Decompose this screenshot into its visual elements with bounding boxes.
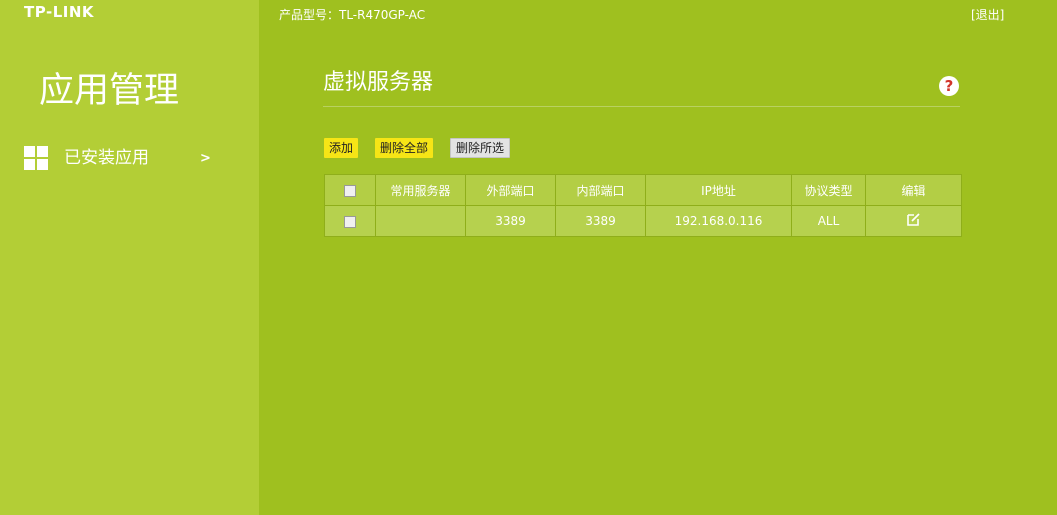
title-divider xyxy=(323,106,960,107)
chevron-right-icon: > xyxy=(200,151,211,166)
edit-cell xyxy=(865,205,962,237)
tp-link-logo: TP-LINK xyxy=(24,3,95,21)
sidebar-section-title: 应用管理 xyxy=(39,71,180,111)
column-header: 协议类型 xyxy=(791,174,866,206)
ip-address-cell: 192.168.0.116 xyxy=(645,205,792,237)
service-cell xyxy=(375,205,466,237)
sidebar: TP-LINK 应用管理 已安装应用 > xyxy=(0,0,259,515)
protocol-cell: ALL xyxy=(791,205,866,237)
delete-selected-button[interactable]: 删除所选 xyxy=(450,138,511,158)
sidebar-item-installed-apps[interactable]: 已安装应用 > xyxy=(24,143,224,173)
help-icon[interactable]: ? xyxy=(939,76,959,96)
column-header: 常用服务器 xyxy=(375,174,466,206)
select-all-checkbox[interactable] xyxy=(344,184,356,197)
app-root: TP-LINK 应用管理 已安装应用 > 产品型号：TL-R470GP-AC [… xyxy=(0,0,1057,515)
column-header: IP地址 xyxy=(645,174,792,206)
column-header: 编辑 xyxy=(865,174,962,206)
delete-all-button[interactable]: 删除全部 xyxy=(375,138,434,158)
table-header-row: 常用服务器 外部端口 内部端口 IP地址 协议类型 编辑 xyxy=(324,174,962,206)
grid-icon xyxy=(24,146,48,170)
virtual-server-table: 常用服务器 外部端口 内部端口 IP地址 协议类型 编辑 3389 3389 1… xyxy=(324,174,962,237)
internal-port-cell: 3389 xyxy=(555,205,646,237)
external-port-cell: 3389 xyxy=(465,205,556,237)
page-title: 虚拟服务器 xyxy=(323,70,434,95)
column-header: 内部端口 xyxy=(555,174,646,206)
row-select-cell xyxy=(324,205,376,237)
logout-link[interactable]: [退出] xyxy=(971,6,1004,24)
row-checkbox[interactable] xyxy=(344,215,356,228)
select-all-cell xyxy=(324,174,376,206)
sidebar-item-label: 已安装应用 xyxy=(64,148,149,168)
table-row: 3389 3389 192.168.0.116 ALL xyxy=(324,205,962,237)
column-header: 外部端口 xyxy=(465,174,556,206)
product-model: 产品型号：TL-R470GP-AC xyxy=(279,8,426,22)
add-button[interactable]: 添加 xyxy=(324,138,359,158)
edit-icon[interactable] xyxy=(906,212,921,230)
